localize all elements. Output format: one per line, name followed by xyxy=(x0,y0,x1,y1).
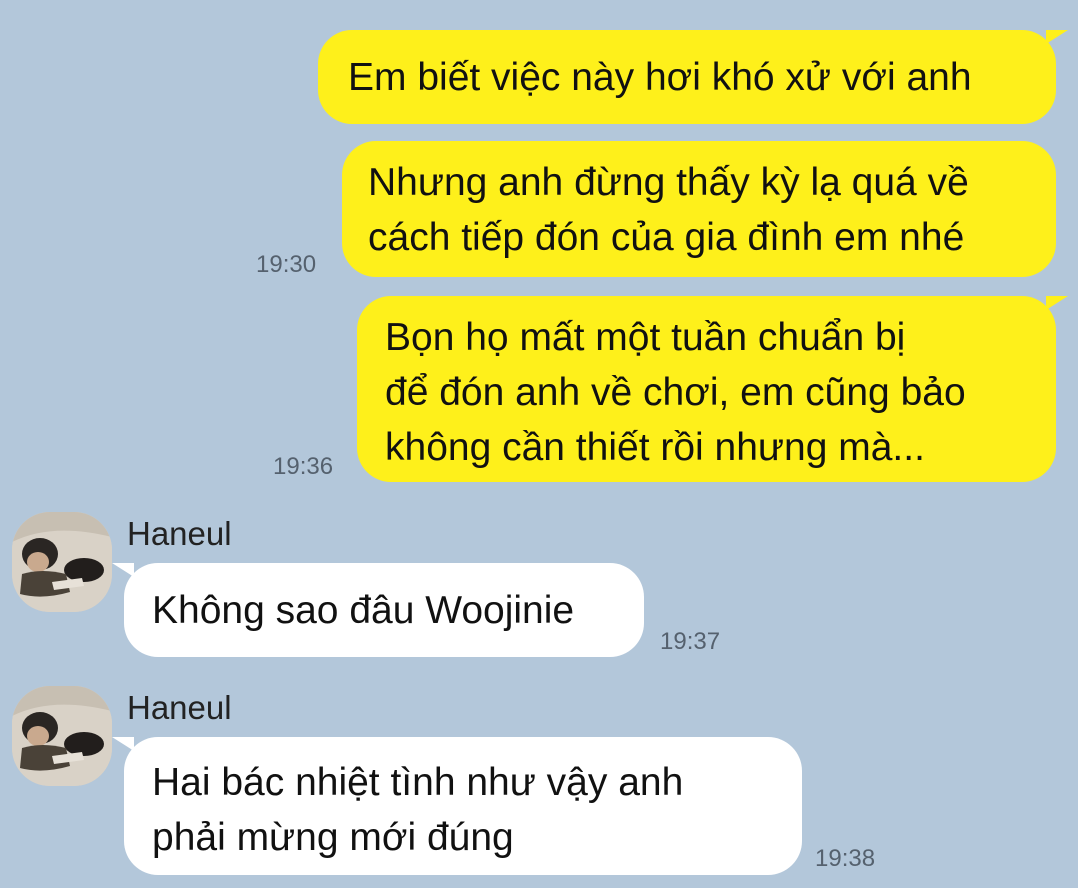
message-text: cách tiếp đón của gia đình em nhé xyxy=(368,216,965,259)
profile-photo-icon xyxy=(12,686,112,786)
outgoing-message[interactable]: Em biết việc này hơi khó xử với anh xyxy=(318,30,1056,124)
incoming-message[interactable]: Không sao đâu Woojinie xyxy=(124,563,644,657)
bubble-tail xyxy=(1046,296,1068,310)
sender-name: Haneul xyxy=(127,515,232,552)
message-timestamp: 19:30 xyxy=(256,251,317,278)
message-text: Nhưng anh đừng thấy kỳ lạ quá về xyxy=(368,161,969,204)
bubble-tail xyxy=(112,737,134,751)
profile-photo-icon xyxy=(12,512,112,612)
message-timestamp: 19:36 xyxy=(273,453,334,480)
message-text: phải mừng mới đúng xyxy=(152,816,514,859)
contact-avatar[interactable] xyxy=(12,686,112,786)
message-timestamp: 19:37 xyxy=(660,628,721,655)
chat-room[interactable]: Em biết việc này hơi khó xử với anh Nhưn… xyxy=(0,0,1078,888)
message-text: Không sao đâu Woojinie xyxy=(152,589,575,632)
incoming-message[interactable]: Hai bác nhiệt tình như vậy anh phải mừng… xyxy=(124,737,802,875)
sender-name: Haneul xyxy=(127,689,232,726)
bubble-tail xyxy=(1046,30,1068,44)
message-timestamp: 19:38 xyxy=(815,845,876,872)
message-text: Em biết việc này hơi khó xử với anh xyxy=(348,56,972,99)
bubble-tail xyxy=(112,563,134,577)
outgoing-message[interactable]: Bọn họ mất một tuần chuẩn bị để đón anh … xyxy=(357,296,1056,482)
outgoing-message[interactable]: Nhưng anh đừng thấy kỳ lạ quá về cách ti… xyxy=(342,141,1056,277)
message-text: không cần thiết rồi nhưng mà... xyxy=(385,426,925,469)
message-text: để đón anh về chơi, em cũng bảo xyxy=(385,371,966,414)
message-text: Hai bác nhiệt tình như vậy anh xyxy=(152,761,684,804)
contact-avatar[interactable] xyxy=(12,512,112,612)
message-text: Bọn họ mất một tuần chuẩn bị xyxy=(385,316,906,359)
